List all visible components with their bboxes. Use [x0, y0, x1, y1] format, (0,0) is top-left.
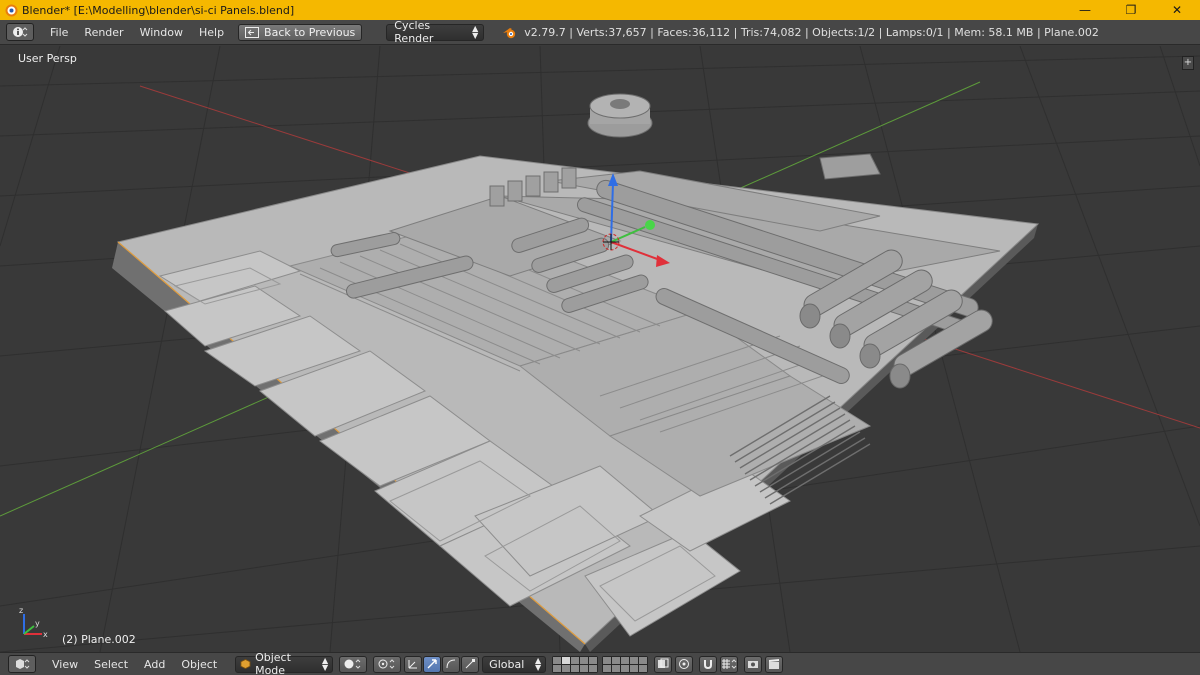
snap-increment-icon: [722, 659, 737, 669]
transform-orientation-label: Global: [489, 657, 525, 671]
layer-cell[interactable]: [621, 664, 630, 672]
3d-view-icon: [16, 659, 30, 669]
layer-group-1[interactable]: [552, 655, 599, 673]
editor-type-selector-3d[interactable]: [8, 655, 36, 673]
viewport-header: View Select Add Object Object Mode ▲ ▼ Gl…: [0, 651, 1200, 675]
layer-cell[interactable]: [553, 656, 562, 664]
layer-cell[interactable]: [580, 656, 589, 664]
manipulator-icon: [408, 660, 418, 669]
layer-cell[interactable]: [603, 656, 612, 664]
rotate-arc-icon: [446, 659, 456, 669]
menu-help[interactable]: Help: [191, 26, 232, 39]
updown-arrows-icon: ▲ ▼: [472, 24, 479, 40]
window-title: Blender* [E:\Modelling\blender\si-ci Pan…: [22, 3, 295, 17]
layer-cell[interactable]: [639, 656, 648, 664]
dome-detail: [587, 93, 653, 138]
transform-orientation-select[interactable]: Global ▲ ▼: [482, 655, 547, 673]
menu-select[interactable]: Select: [86, 658, 136, 671]
viewport-scene: [0, 46, 1200, 652]
view-perspective-label: User Persp: [18, 52, 77, 65]
menu-object[interactable]: Object: [173, 658, 225, 671]
scale-manipulator-button[interactable]: [461, 655, 480, 673]
back-to-previous-label: Back to Previous: [264, 25, 356, 39]
layer-cell[interactable]: [612, 656, 621, 664]
proportional-editing-button[interactable]: [675, 655, 694, 673]
menu-file[interactable]: File: [42, 26, 76, 39]
rotate-manipulator-button[interactable]: [442, 655, 461, 673]
layer-cell[interactable]: [562, 656, 571, 664]
svg-text:y: y: [35, 619, 40, 628]
snap-element-button[interactable]: [720, 655, 739, 673]
layer-cell[interactable]: [589, 664, 598, 672]
updown-arrows-icon: ▲ ▼: [322, 656, 329, 672]
render-engine-label: Cycles Render: [394, 19, 434, 45]
translate-arrow-icon: [427, 659, 437, 669]
scene-stats-text: v2.79.7 | Verts:37,657 | Faces:36,112 | …: [524, 25, 1099, 39]
close-button[interactable]: ✕: [1154, 0, 1200, 20]
render-engine-select[interactable]: Cycles Render ▲ ▼: [386, 19, 485, 45]
proportional-circle-icon: [679, 659, 690, 669]
layer-cell[interactable]: [630, 664, 639, 672]
back-screen-icon: [245, 26, 260, 38]
layer-cell[interactable]: [580, 664, 589, 672]
layers-icon: [658, 658, 669, 668]
orientation-axes-icon: z y x: [19, 606, 48, 639]
info-header: File Render Window Help Back to Previous…: [0, 19, 1200, 45]
layer-cell[interactable]: [571, 656, 580, 664]
layer-cell[interactable]: [553, 664, 562, 672]
3d-viewport[interactable]: User Persp (2) Plane.002 + z y x: [0, 46, 1200, 652]
scale-icon: [465, 659, 476, 669]
pivot-icon: [378, 659, 395, 669]
back-to-previous-button[interactable]: Back to Previous: [238, 23, 363, 41]
layer-group-2[interactable]: [602, 655, 649, 673]
scene-stats: v2.79.7 | Verts:37,657 | Faces:36,112 | …: [502, 26, 1099, 39]
viewport-shading-button[interactable]: [339, 655, 368, 673]
manipulator-toggle-button[interactable]: [404, 655, 423, 673]
magnet-icon: [704, 660, 713, 670]
active-object-label: (2) Plane.002: [62, 633, 136, 646]
layer-cell[interactable]: [639, 664, 648, 672]
film-clapper-icon: [769, 659, 780, 669]
camera-icon: [748, 661, 759, 668]
layer-cell[interactable]: [603, 664, 612, 672]
solid-sphere-icon: [344, 659, 361, 669]
opengl-render-button[interactable]: [744, 655, 763, 673]
scene-layers: [552, 655, 651, 673]
window-title-bar: Blender* [E:\Modelling\blender\si-ci Pan…: [0, 0, 1200, 20]
blender-logo-icon: [5, 4, 18, 17]
opengl-render-animation-button[interactable]: [765, 655, 784, 673]
svg-text:x: x: [43, 630, 48, 639]
maximize-button[interactable]: ❐: [1108, 0, 1154, 20]
svg-text:z: z: [19, 606, 23, 615]
layer-cell[interactable]: [562, 664, 571, 672]
menu-render[interactable]: Render: [76, 26, 131, 39]
layer-cell[interactable]: [630, 656, 639, 664]
interaction-mode-label: Object Mode: [255, 651, 291, 675]
pivot-point-button[interactable]: [373, 655, 402, 673]
layer-cell[interactable]: [612, 664, 621, 672]
lock-camera-layers-button[interactable]: [654, 655, 673, 673]
layer-cell[interactable]: [589, 656, 598, 664]
info-icon: [13, 27, 28, 37]
snap-toggle-button[interactable]: [699, 655, 718, 673]
updown-arrows-icon: ▲ ▼: [535, 656, 542, 672]
window-controls: — ❐ ✕: [1062, 0, 1200, 20]
minimize-button[interactable]: —: [1062, 0, 1108, 20]
layer-cell[interactable]: [621, 656, 630, 664]
object-mode-cube-icon: [240, 658, 251, 670]
interaction-mode-select[interactable]: Object Mode ▲ ▼: [235, 651, 334, 675]
toggle-properties-button[interactable]: +: [1182, 56, 1194, 70]
menu-add[interactable]: Add: [136, 658, 173, 671]
editor-type-selector[interactable]: [6, 23, 34, 41]
menu-view[interactable]: View: [44, 658, 86, 671]
blender-logo-icon: [503, 27, 516, 38]
menu-window[interactable]: Window: [132, 26, 191, 39]
translate-manipulator-button[interactable]: [423, 655, 442, 673]
layer-cell[interactable]: [571, 664, 580, 672]
